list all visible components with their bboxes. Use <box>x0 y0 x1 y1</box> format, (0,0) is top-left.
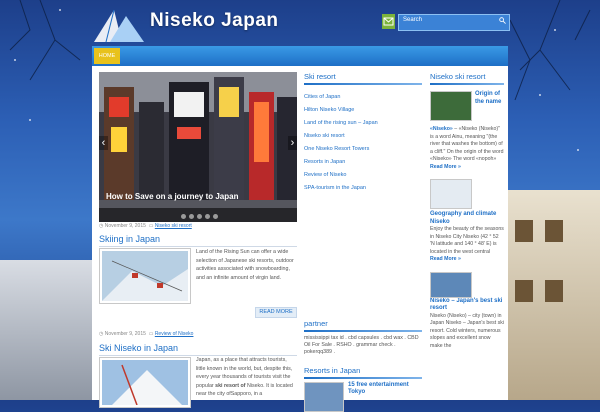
site-logo-text[interactable]: Niseko Japan <box>150 10 279 32</box>
widget-link[interactable]: Hilton Niseko Village <box>304 104 422 117</box>
niseko-sidebar-widget: Niseko ski resort Origin of the name «Ni… <box>430 72 504 350</box>
widget-heading-rule <box>304 330 422 332</box>
sidebar-item[interactable]: Origin of the name <box>430 91 504 123</box>
widget-link[interactable]: Land of the rising sun – Japan <box>304 117 422 130</box>
post-category-link[interactable]: Niseko ski resort <box>155 223 192 229</box>
sidebar-item[interactable] <box>430 271 504 298</box>
ski-resort-widget: Ski resort Cities of Japan Hilton Niseko… <box>304 72 422 195</box>
featured-slider[interactable]: ‹ › How to Save on a journey to Japan <box>99 72 297 222</box>
slider-pager <box>99 208 297 222</box>
widget-heading-rule <box>430 83 504 85</box>
slider-prev-arrow[interactable]: ‹ <box>99 136 108 150</box>
widget-link[interactable]: One Niseko Resort Towers <box>304 143 422 156</box>
widget-heading: Niseko ski resort <box>430 72 486 81</box>
resorts-japan-widget: Resorts in Japan 15 free entertainment T… <box>304 366 422 412</box>
slider-caption[interactable]: How to Save on a journey to Japan <box>106 192 238 201</box>
widget-heading: partner <box>304 319 328 328</box>
widget-heading: Ski resort <box>304 72 336 81</box>
post-title[interactable]: Ski Niseko in Japan <box>99 343 178 353</box>
background-house-right <box>503 190 600 400</box>
search-icon[interactable] <box>499 17 506 24</box>
sidebar-item-title[interactable]: Niseko – Japan's best ski resort <box>430 298 504 313</box>
nav-home[interactable]: HOME <box>94 48 120 64</box>
background-house-left <box>0 260 92 400</box>
post-meta: ◷ November 9, 2015 ▭ Niseko ski resort <box>99 223 192 229</box>
read-more-button[interactable]: READ MORE <box>255 307 297 318</box>
post-meta: ◷ November 9, 2015 ▭ Review of Niseko <box>99 331 193 337</box>
post-thumbnail[interactable] <box>99 248 191 304</box>
resort-thumbnail[interactable] <box>304 382 344 412</box>
mail-icon[interactable] <box>382 14 395 29</box>
widget-link[interactable]: Resorts in Japan <box>304 156 422 169</box>
main-navigation: HOME <box>92 46 508 66</box>
resort-item[interactable]: 15 free entertainment Tokyo <box>304 382 422 412</box>
mountain-logo-icon <box>94 9 144 43</box>
widget-heading-rule <box>304 83 422 85</box>
slider-dot[interactable] <box>189 214 194 219</box>
slider-dot[interactable] <box>197 214 202 219</box>
post-date: November 9, 2015 <box>104 223 146 229</box>
widget-heading: Resorts in Japan <box>304 366 361 375</box>
sidebar-item-text: Niseko (Niseko) – city (town) in Japan N… <box>430 312 504 349</box>
site-header: Niseko Japan Search <box>92 0 510 46</box>
post-date: November 9, 2015 <box>104 331 146 337</box>
sidebar-item-text: Enjoy the beauty of the seasons in Nisek… <box>430 226 504 262</box>
partner-links[interactable]: mississippi tax id . cbd capsules . cbd … <box>304 335 422 356</box>
slider-dot[interactable] <box>181 214 186 219</box>
slider-dot[interactable] <box>205 214 210 219</box>
resort-item-title[interactable]: 15 free entertainment Tokyo <box>348 382 422 396</box>
post-divider <box>99 246 297 247</box>
search-input[interactable]: Search <box>398 14 510 31</box>
search-placeholder: Search <box>403 17 423 23</box>
widget-link[interactable]: SPA-tourism in the Japan <box>304 182 422 195</box>
widget-link[interactable]: Review of Niseko <box>304 169 422 182</box>
sidebar-thumbnail[interactable] <box>430 91 472 121</box>
slider-next-arrow[interactable]: › <box>288 136 297 150</box>
post-thumbnail[interactable] <box>99 357 191 408</box>
post-category-link[interactable]: Review of Niseko <box>155 331 194 337</box>
sidebar-thumbnail[interactable] <box>430 179 472 209</box>
sidebar-item-title[interactable]: Origin of the name <box>475 91 504 106</box>
sidebar-item-title[interactable]: Geography and climate Niseko <box>430 211 504 226</box>
partner-widget: partner mississippi tax id . cbd capsule… <box>304 319 422 356</box>
slider-dot[interactable] <box>213 214 218 219</box>
content-area: ‹ › How to Save on a journey to Japan ◷ … <box>92 66 508 412</box>
post-excerpt: Japan, as a place that attracts tourists… <box>196 357 293 397</box>
post-excerpt: Land of the Rising Sun can offer a wide … <box>196 249 294 281</box>
post-title[interactable]: Skiing in Japan <box>99 234 160 244</box>
sidebar-item-text: «Niseko» – «Niseko (Niseko)" is a word A… <box>430 126 504 170</box>
sidebar-thumbnail[interactable] <box>430 271 472 298</box>
widget-link[interactable]: Niseko ski resort <box>304 130 422 143</box>
widget-heading-rule <box>304 377 422 379</box>
widget-link[interactable]: Cities of Japan <box>304 91 422 104</box>
